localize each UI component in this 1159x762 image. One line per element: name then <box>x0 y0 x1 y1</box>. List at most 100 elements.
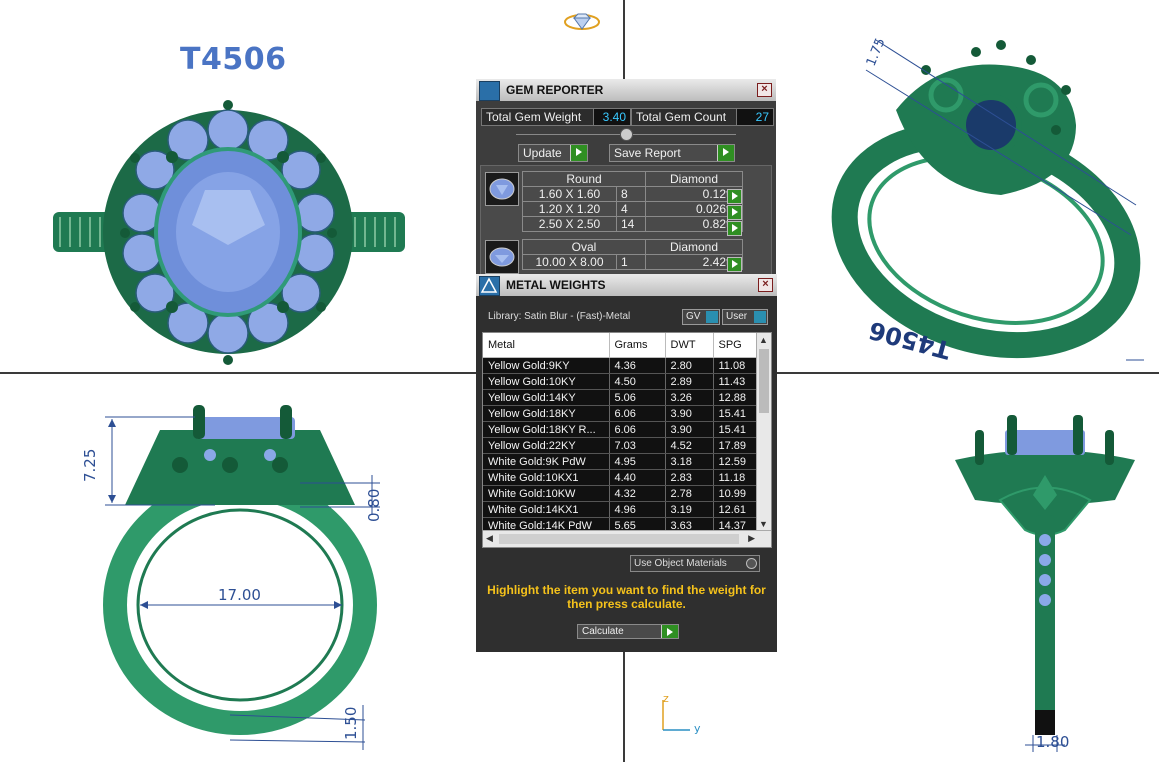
gem-reporter-title: GEM REPORTER <box>506 83 604 97</box>
metal-name: Yellow Gold:14KY <box>483 389 610 406</box>
gem-row[interactable]: 1.60 X 1.60 8 0.12tw <box>522 186 743 202</box>
table-row[interactable]: White Gold:9K PdW 4.95 3.18 12.59 <box>483 453 771 470</box>
metal-name: White Gold:10KX1 <box>483 469 610 486</box>
save-report-button[interactable]: Save Report <box>609 144 735 162</box>
splitter-knob-icon[interactable] <box>620 128 633 141</box>
gv-toggle[interactable]: GV <box>682 309 720 325</box>
metal-dwt: 3.26 <box>665 389 714 406</box>
round-diamond-thumbnail <box>485 172 519 206</box>
metal-dwt: 4.52 <box>665 437 714 454</box>
save-report-button-label: Save Report <box>614 146 681 160</box>
gem-reporter-app-icon <box>479 81 500 101</box>
round-diamond-table: Round Diamond 1.60 X 1.60 8 0.12tw 1.20 … <box>522 171 743 232</box>
gem-logo-icon <box>564 13 600 30</box>
table-row[interactable]: Yellow Gold:18KY R... 6.06 3.90 15.41 <box>483 421 771 438</box>
gem-count: 4 <box>616 201 646 217</box>
metal-grams: 7.03 <box>609 437 666 454</box>
dimension-gallery: 0.80 <box>365 488 383 522</box>
metal-grams: 4.36 <box>609 357 666 374</box>
metal-weights-titlebar[interactable]: METAL WEIGHTS × <box>476 274 777 296</box>
metal-name: White Gold:14KX1 <box>483 501 610 518</box>
calculate-button[interactable]: Calculate <box>577 624 679 639</box>
metal-grams: 4.32 <box>609 485 666 502</box>
metal-dwt: 3.90 <box>665 421 714 438</box>
col-header-grams[interactable]: Grams <box>609 333 666 358</box>
dimension-label-tilted: 1.75 <box>864 36 889 68</box>
update-button-label: Update <box>523 146 562 160</box>
metal-grams: 4.95 <box>609 453 666 470</box>
gem-row-go-button[interactable] <box>727 189 742 204</box>
ring-side-view[interactable] <box>945 400 1145 755</box>
gem-count: 8 <box>616 186 646 202</box>
gem-reporter-panel: GEM REPORTER × Total Gem Weight 3.40 Tot… <box>476 79 776 277</box>
total-gem-weight-label: Total Gem Weight <box>481 108 595 126</box>
gem-reporter-close-button[interactable]: × <box>757 83 772 97</box>
ring-top-view[interactable] <box>45 95 410 370</box>
gem-size: 2.50 X 2.50 <box>522 216 617 232</box>
metal-name: Yellow Gold:9KY <box>483 357 610 374</box>
metal-name: Yellow Gold:18KY <box>483 405 610 422</box>
metal-table-container: Metal Grams DWT SPG Yellow Gold:9KY 4.36 2… <box>482 332 772 548</box>
total-gem-count-value: 27 <box>736 108 774 126</box>
metal-name: Yellow Gold:10KY <box>483 373 610 390</box>
gem-size: 10.00 X 8.00 <box>522 254 617 270</box>
metal-grams: 5.06 <box>609 389 666 406</box>
metal-grams: 4.96 <box>609 501 666 518</box>
update-arrow-icon <box>570 145 587 161</box>
gem-count: 14 <box>616 216 646 232</box>
table-row[interactable]: Yellow Gold:18KY 6.06 3.90 15.41 <box>483 405 771 422</box>
save-report-arrow-icon <box>717 145 734 161</box>
oval-diamond-thumbnail <box>485 240 519 274</box>
table-row[interactable]: Yellow Gold:22KY 7.03 4.52 17.89 <box>483 437 771 454</box>
table-row[interactable]: Yellow Gold:10KY 4.50 2.89 11.43 <box>483 373 771 390</box>
gem-row[interactable]: 1.20 X 1.20 4 0.026tw <box>522 201 743 217</box>
table-row[interactable]: Yellow Gold:14KY 5.06 3.26 12.88 <box>483 389 771 406</box>
round-material-header: Diamond <box>645 171 743 187</box>
scroll-right-icon[interactable]: ▶ <box>748 533 755 544</box>
table-row[interactable]: Yellow Gold:9KY 4.36 2.80 11.08 <box>483 357 771 374</box>
scroll-down-icon[interactable]: ▼ <box>759 519 768 529</box>
gv-toggle-label: GV <box>686 311 701 322</box>
ring-perspective-view[interactable]: 1.75 T4506 <box>826 30 1151 370</box>
vertical-scrollbar[interactable]: ▲ ▼ <box>756 333 771 531</box>
scroll-left-icon[interactable]: ◀ <box>486 533 493 544</box>
gem-row[interactable]: 10.00 X 8.00 1 2.42tw <box>522 254 743 270</box>
col-header-metal[interactable]: Metal <box>483 333 610 358</box>
gem-row-go-button[interactable] <box>727 221 742 236</box>
metal-weights-app-icon <box>479 276 500 296</box>
vertical-scroll-thumb[interactable] <box>759 349 769 413</box>
axis-label-y: y <box>694 722 701 735</box>
metal-dwt: 2.83 <box>665 469 714 486</box>
table-row[interactable]: White Gold:10KW 4.32 2.78 10.99 <box>483 485 771 502</box>
gem-row-go-button[interactable] <box>727 205 742 220</box>
metal-grams: 6.06 <box>609 405 666 422</box>
metal-dwt: 2.89 <box>665 373 714 390</box>
ring-front-view[interactable] <box>80 395 390 760</box>
horizontal-scroll-thumb[interactable] <box>499 534 739 544</box>
metal-weights-close-button[interactable]: × <box>758 278 773 292</box>
gem-row[interactable]: 2.50 X 2.50 14 0.82tw <box>522 216 743 232</box>
horizontal-scrollbar[interactable]: ◀ ▶ <box>483 530 771 547</box>
metal-dwt: 2.80 <box>665 357 714 374</box>
gem-reporter-titlebar[interactable]: GEM REPORTER × <box>476 79 776 101</box>
dimension-head-height: 7.25 <box>81 448 99 482</box>
user-toggle-indicator <box>754 311 766 323</box>
round-shape-header: Round <box>522 171 646 187</box>
metal-name: White Gold:10KW <box>483 485 610 502</box>
update-button[interactable]: Update <box>518 144 588 162</box>
calculate-hint-text: Highlight the item you want to find the … <box>487 583 766 611</box>
use-object-materials-toggle[interactable]: Use Object Materials <box>630 555 760 572</box>
oval-material-header: Diamond <box>645 239 743 255</box>
dimension-shank-width: 1.80 <box>1036 733 1070 751</box>
axis-label-z: z <box>663 692 669 705</box>
user-toggle[interactable]: User <box>722 309 768 325</box>
table-row[interactable]: White Gold:14KX1 4.96 3.19 12.61 <box>483 501 771 518</box>
metal-dwt: 3.19 <box>665 501 714 518</box>
metal-weights-table: Metal Grams DWT SPG Yellow Gold:9KY 4.36 2… <box>483 333 771 534</box>
dimension-shank-thickness: 1.50 <box>342 706 360 740</box>
gem-row-go-button[interactable] <box>727 257 742 272</box>
scroll-up-icon[interactable]: ▲ <box>759 335 768 345</box>
table-row[interactable]: White Gold:10KX1 4.40 2.83 11.18 <box>483 469 771 486</box>
metal-dwt: 3.18 <box>665 453 714 470</box>
col-header-dwt[interactable]: DWT <box>665 333 714 358</box>
